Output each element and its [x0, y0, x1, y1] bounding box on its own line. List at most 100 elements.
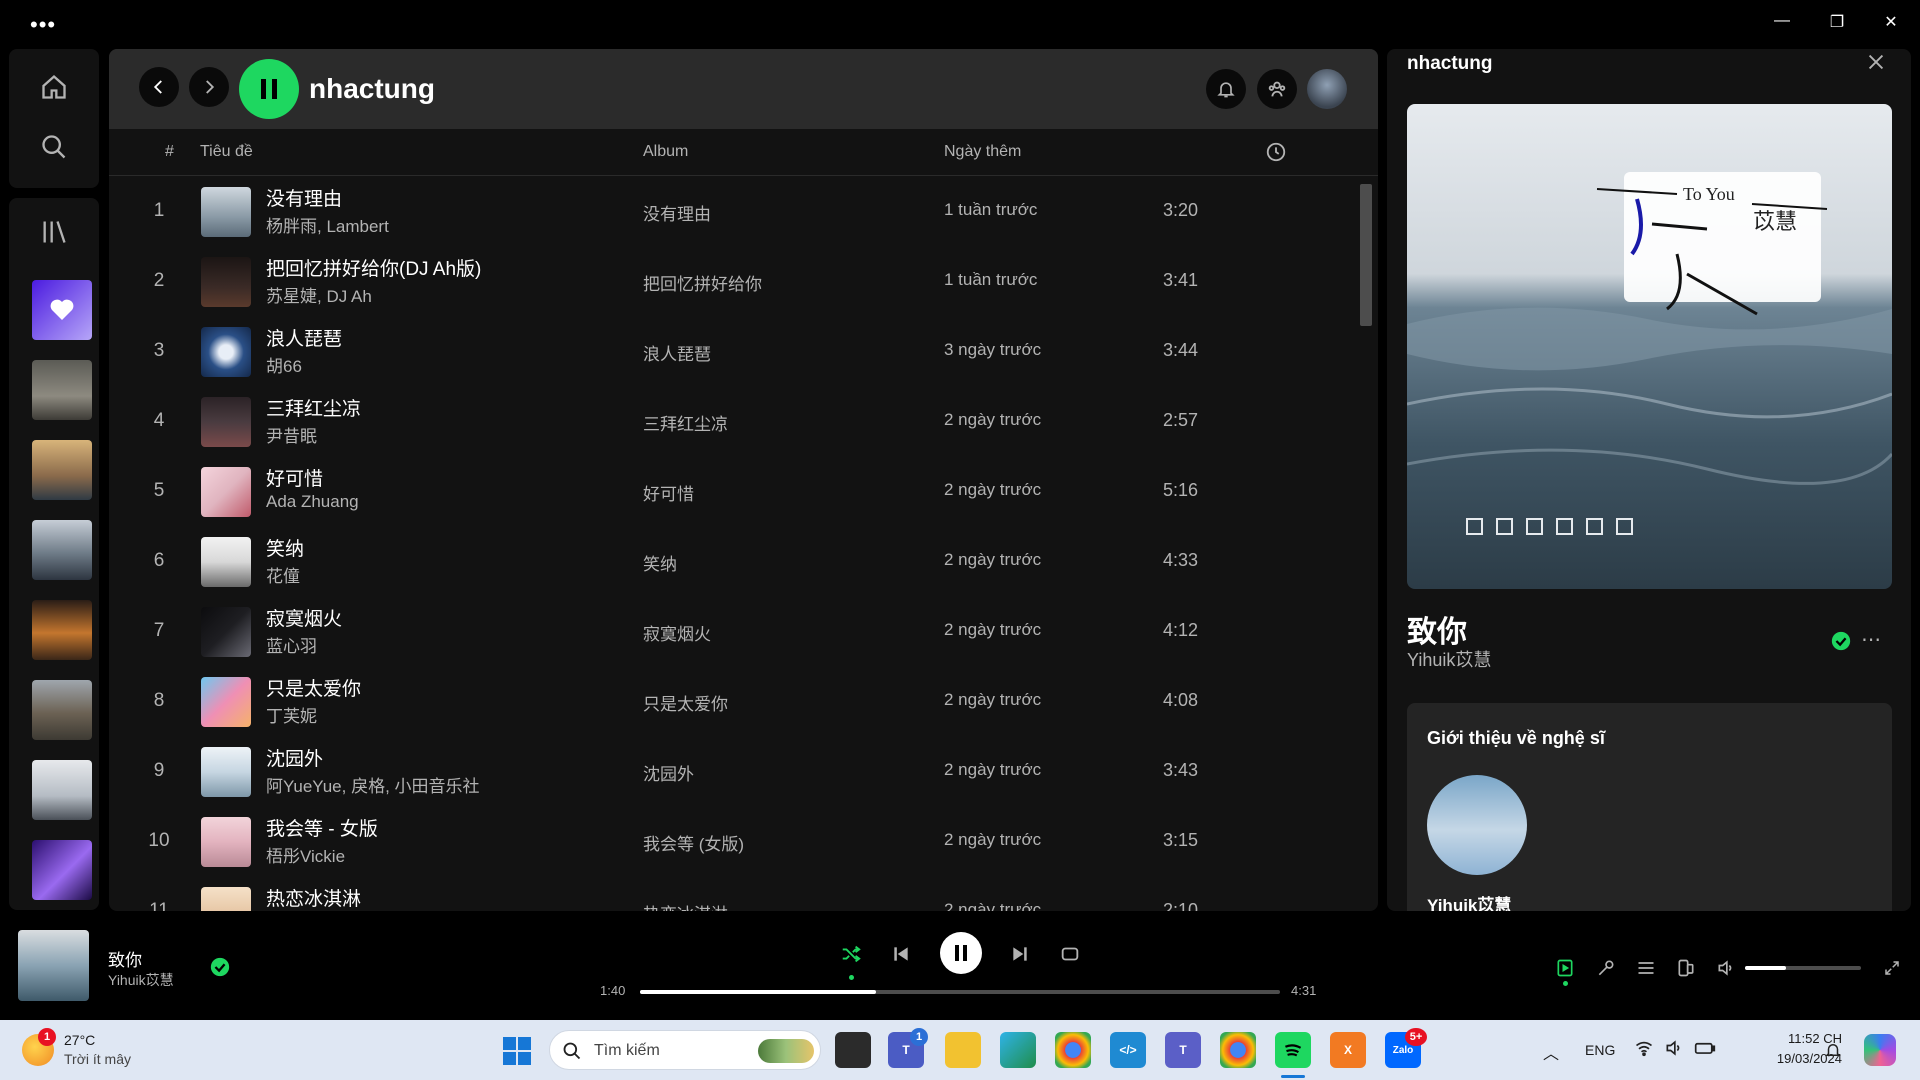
battery-icon[interactable] [1694, 1038, 1716, 1063]
about-artist-card[interactable]: Giới thiệu về nghệ sĩ Yihuik苡慧 [1407, 703, 1892, 911]
track-artist[interactable]: 丁芙妮 [266, 702, 317, 727]
mute-button[interactable] [1714, 956, 1738, 980]
now-playing-title[interactable]: 致你 [108, 946, 142, 971]
playlist-tile-3[interactable] [32, 520, 92, 580]
track-artist[interactable]: 花僮 [266, 562, 300, 587]
avatar[interactable] [1307, 69, 1347, 109]
taskbar-search[interactable]: Tìm kiếm [549, 1030, 821, 1070]
track-artist[interactable]: 蓝心羽 [266, 632, 317, 657]
playlist-tile-7[interactable] [32, 840, 92, 900]
lyrics-button[interactable] [1594, 956, 1618, 980]
table-row[interactable]: 9 沈园外 阿YueYue, 戾格, 小田音乐社 沈园外 2 ngày trước 3:4… [109, 737, 1349, 807]
playlist-tile-5[interactable] [32, 680, 92, 740]
track-artist[interactable]: 杨胖雨, Lambert [266, 212, 389, 237]
track-album[interactable]: 只是太爱你 [643, 690, 728, 715]
table-row[interactable]: 2 把回忆拼好给你(DJ Ah版) 苏星婕, DJ Ah 把回忆拼好给你 1 tuần … [109, 247, 1349, 317]
progress-bar[interactable] [640, 990, 1280, 994]
column-album[interactable]: Album [643, 143, 688, 161]
track-title[interactable]: 好可惜 [266, 464, 323, 491]
track-title[interactable]: 热恋冰淇淋 [266, 884, 361, 911]
saved-check-icon[interactable] [209, 956, 231, 983]
artist-avatar[interactable] [1427, 775, 1527, 875]
weather-desc[interactable]: Trời ít mây [64, 1051, 131, 1067]
table-row[interactable]: 1 没有理由 杨胖雨, Lambert 没有理由 1 tuần trước 3:20 [109, 177, 1349, 247]
track-title[interactable]: 没有理由 [266, 184, 342, 211]
chevron-up-icon[interactable]: ︿ [1543, 1040, 1559, 1064]
play-pause-button[interactable] [940, 932, 982, 974]
track-album[interactable]: 热恋冰淇淋 [643, 900, 728, 911]
track-album[interactable]: 没有理由 [643, 200, 711, 225]
table-row[interactable]: 10 我会等 - 女版 梧彤Vickie 我会等 (女版) 2 ngày trước 3:… [109, 807, 1349, 877]
notifications-button[interactable] [1206, 69, 1246, 109]
track-artist[interactable]: 苏星婕, DJ Ah [266, 282, 372, 307]
back-button[interactable] [139, 67, 179, 107]
search-icon[interactable] [36, 129, 72, 165]
wifi-icon[interactable] [1634, 1038, 1654, 1063]
track-album[interactable]: 笑纳 [643, 550, 677, 575]
column-title[interactable]: Tiêu đề [200, 143, 253, 161]
track-title[interactable]: 三拜红尘凉 [266, 394, 361, 421]
app-menu-button[interactable]: ••• [30, 12, 56, 38]
scrollbar[interactable] [1360, 184, 1372, 326]
track-title[interactable]: 沈园外 [266, 744, 323, 771]
queue-button[interactable] [1634, 956, 1658, 980]
table-row[interactable]: 3 浪人琵琶 胡66 浪人琵琶 3 ngày trước 3:44 [109, 317, 1349, 387]
now-playing-art[interactable] [18, 930, 89, 1001]
friend-activity-button[interactable] [1257, 69, 1297, 109]
spotify-icon[interactable] [1275, 1032, 1311, 1068]
weather-temp[interactable]: 27°C [64, 1032, 95, 1048]
track-title[interactable]: 寂寞烟火 [266, 604, 342, 631]
edge-icon[interactable] [1000, 1032, 1036, 1068]
vscode-icon[interactable]: </> [1110, 1032, 1146, 1068]
start-button[interactable] [502, 1036, 532, 1071]
fullscreen-button[interactable] [1880, 956, 1904, 980]
playlist-tile-6[interactable] [32, 760, 92, 820]
chrome-icon[interactable] [1055, 1032, 1091, 1068]
restore-button[interactable]: ❐ [1822, 12, 1852, 32]
task-view-icon[interactable] [835, 1032, 871, 1068]
table-row[interactable]: 11热恋冰淇淋热恋冰淇淋2 ngày trước2:10 [109, 877, 1349, 911]
library-icon[interactable] [36, 214, 72, 250]
file-explorer-icon[interactable] [945, 1032, 981, 1068]
previous-button[interactable] [885, 938, 917, 970]
table-row[interactable]: 6 笑纳 花僮 笑纳 2 ngày trước 4:33 [109, 527, 1349, 597]
close-button[interactable]: ✕ [1876, 12, 1906, 32]
now-playing-view-button[interactable] [1553, 956, 1577, 980]
table-row[interactable]: 8 只是太爱你 丁芙妮 只是太爱你 2 ngày trước 4:08 [109, 667, 1349, 737]
playlist-tile-2[interactable] [32, 440, 92, 500]
track-title[interactable]: 我会等 - 女版 [266, 814, 378, 841]
connect-device-button[interactable] [1674, 956, 1698, 980]
track-title[interactable]: 把回忆拼好给你(DJ Ah版) [266, 254, 481, 281]
track-album[interactable]: 好可惜 [643, 480, 694, 505]
about-artist-name[interactable]: Yihuik苡慧 [1427, 891, 1511, 911]
speaker-icon[interactable] [1664, 1038, 1684, 1063]
liked-songs-tile[interactable] [32, 280, 92, 340]
play-pause-button[interactable] [239, 59, 299, 119]
track-album[interactable]: 把回忆拼好给你 [643, 270, 762, 295]
track-album[interactable]: 寂寞烟火 [643, 620, 711, 645]
track-album[interactable]: 我会等 (女版) [643, 830, 744, 855]
teams-icon[interactable]: T [1165, 1032, 1201, 1068]
track-album[interactable]: 浪人琵琶 [643, 340, 711, 365]
repeat-button[interactable] [1054, 938, 1086, 970]
chrome-profile-icon[interactable] [1220, 1032, 1256, 1068]
more-options-icon[interactable]: ⋯ [1861, 627, 1881, 652]
track-title[interactable]: 浪人琵琶 [266, 324, 342, 351]
saved-check-icon[interactable] [1830, 630, 1852, 657]
track-artist[interactable]: 阿YueYue, 戾格, 小田音乐社 [266, 772, 480, 797]
now-playing-artist[interactable]: Yihuik苡慧 [108, 970, 174, 990]
bell-icon[interactable] [1824, 1040, 1842, 1065]
playlist-tile-1[interactable] [32, 360, 92, 420]
track-title[interactable]: 只是太爱你 [266, 674, 361, 701]
shuffle-button[interactable] [835, 938, 867, 970]
track-album[interactable]: 三拜红尘凉 [643, 410, 728, 435]
track-album[interactable]: 沈园外 [643, 760, 694, 785]
track-title[interactable]: 笑纳 [266, 534, 304, 561]
copilot-icon[interactable] [1864, 1034, 1896, 1066]
table-row[interactable]: 7 寂寞烟火 蓝心羽 寂寞烟火 2 ngày trước 4:12 [109, 597, 1349, 667]
column-date-added[interactable]: Ngày thêm [944, 143, 1021, 161]
table-row[interactable]: 5 好可惜 Ada Zhuang 好可惜 2 ngày trước 5:16 [109, 457, 1349, 527]
language-indicator[interactable]: ENG [1585, 1042, 1615, 1058]
xampp-icon[interactable]: X [1330, 1032, 1366, 1068]
track-artist[interactable]: 胡66 [266, 352, 302, 377]
